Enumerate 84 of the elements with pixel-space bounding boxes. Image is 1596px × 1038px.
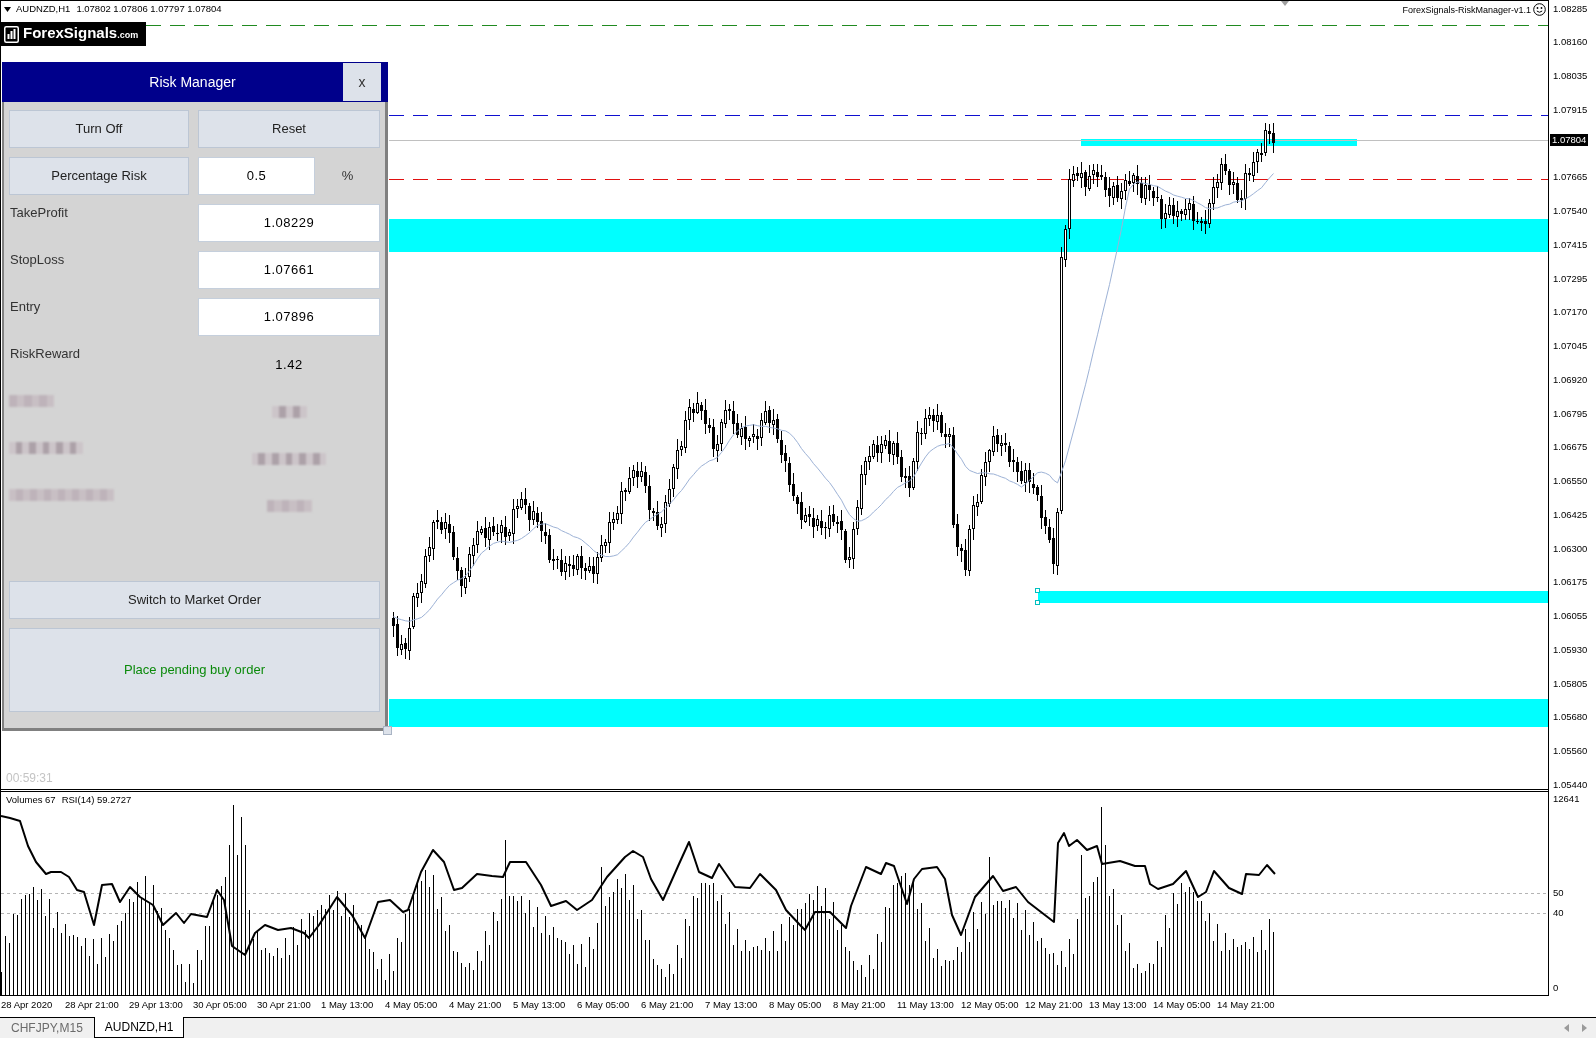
indicator-axis-label: 40 xyxy=(1553,907,1564,919)
price-label: 1.07915 xyxy=(1553,103,1588,116)
price-label: 1.07170 xyxy=(1553,306,1588,319)
price-label: 1.05805 xyxy=(1553,677,1588,690)
field-label: TakeProfit xyxy=(10,205,68,221)
time-label: 4 May 21:00 xyxy=(449,999,502,1011)
price-input-field[interactable]: 1.08229 xyxy=(198,204,380,242)
blurred-text xyxy=(9,395,54,407)
indicator-axis-label: 50 xyxy=(1553,887,1564,899)
scroll-left-icon[interactable] xyxy=(1564,1024,1569,1032)
price-label: 1.06795 xyxy=(1553,407,1588,420)
time-label: 30 Apr 05:00 xyxy=(193,999,247,1011)
price-input-field[interactable]: 1.07896 xyxy=(198,298,380,336)
blurred-text xyxy=(266,500,312,512)
time-label: 30 Apr 21:00 xyxy=(257,999,311,1011)
price-input-field[interactable]: 1.07661 xyxy=(198,251,380,289)
price-label: 1.06425 xyxy=(1553,508,1588,521)
price-label: 1.07045 xyxy=(1553,340,1588,352)
price-label: 1.05930 xyxy=(1553,643,1588,656)
bar-chart-icon xyxy=(4,25,19,43)
price-label: 1.07295 xyxy=(1553,272,1588,285)
time-label: 28 Apr 2020 xyxy=(1,999,53,1011)
price-label: 1.08160 xyxy=(1553,36,1588,49)
caret-down-icon[interactable] xyxy=(4,6,11,12)
time-label: 6 May 05:00 xyxy=(577,999,630,1011)
reset-button[interactable]: Reset xyxy=(198,110,380,148)
chart-tab[interactable]: AUDNZD,H1 xyxy=(93,1017,185,1038)
indicator-legend: RSI(14) 59.2727 xyxy=(61,794,132,806)
price-label: 1.07665 xyxy=(1553,171,1588,184)
blurred-text xyxy=(271,406,307,418)
time-label: 8 May 21:00 xyxy=(833,999,886,1011)
expert-name: ForexSignals-RiskManager-v1.1 xyxy=(1402,3,1531,16)
price-label: 1.06055 xyxy=(1553,610,1588,622)
time-label: 5 May 13:00 xyxy=(513,999,566,1011)
current-price-label: 1.07804 xyxy=(1550,133,1589,146)
time-label: 29 Apr 13:00 xyxy=(129,999,183,1011)
time-label: 13 May 13:00 xyxy=(1089,999,1147,1011)
price-label: 1.07415 xyxy=(1553,238,1588,251)
chart-quotes: 1.07802 1.07806 1.07797 1.07804 xyxy=(76,3,222,15)
percentage-risk-button[interactable]: Percentage Risk xyxy=(9,157,189,195)
turn-off-button[interactable]: Turn Off xyxy=(9,110,189,148)
time-label: 6 May 21:00 xyxy=(641,999,694,1011)
time-label: 12 May 21:00 xyxy=(1025,999,1083,1011)
time-label: 14 May 05:00 xyxy=(1153,999,1211,1011)
resize-handle[interactable] xyxy=(383,726,392,735)
place-order-button[interactable]: Place pending buy order xyxy=(9,628,380,712)
chart-symbol: AUDNZD,H1 xyxy=(16,3,71,15)
price-label: 1.06300 xyxy=(1553,542,1588,555)
time-label: 4 May 05:00 xyxy=(385,999,438,1011)
price-label: 1.08035 xyxy=(1553,70,1588,82)
time-label: 7 May 13:00 xyxy=(705,999,758,1011)
price-label: 1.05560 xyxy=(1553,745,1588,757)
time-label: 14 May 21:00 xyxy=(1217,999,1275,1011)
indicator-axis-label: 0 xyxy=(1553,982,1559,994)
close-button[interactable]: x xyxy=(343,63,381,101)
time-label: 12 May 05:00 xyxy=(961,999,1019,1011)
time-label: 11 May 13:00 xyxy=(897,999,954,1011)
scroll-right-icon[interactable] xyxy=(1582,1024,1587,1032)
price-label: 1.06175 xyxy=(1553,576,1588,589)
price-label: 1.06920 xyxy=(1553,373,1588,386)
price-label: 1.07540 xyxy=(1553,205,1588,217)
price-label: 1.05680 xyxy=(1553,711,1588,724)
smiley-icon xyxy=(1533,3,1546,16)
indicator-legend: Volumes 67 xyxy=(6,794,56,806)
bar-timer: 00:59:31 xyxy=(6,771,53,785)
triangle-marker-icon[interactable] xyxy=(1281,1,1289,6)
field-label: Entry xyxy=(10,299,41,315)
logo-text: ForexSignals.com xyxy=(23,24,139,43)
indicator-axis-label: 12641 xyxy=(1553,793,1580,805)
risk-reward-value: 1.42 xyxy=(275,356,303,375)
chart-tab[interactable]: CHFJPY,M15 xyxy=(0,1018,94,1038)
time-label: 1 May 13:00 xyxy=(321,999,374,1011)
unit-label: % xyxy=(341,167,354,186)
field-label: StopLoss xyxy=(10,252,65,268)
time-label: 28 Apr 21:00 xyxy=(65,999,119,1011)
price-label: 1.05440 xyxy=(1553,778,1588,791)
price-label: 1.06550 xyxy=(1553,475,1588,487)
risk-input-field[interactable]: 0.5 xyxy=(198,157,315,195)
price-label: 1.08285 xyxy=(1553,2,1588,15)
price-label: 1.06675 xyxy=(1553,441,1588,454)
time-label: 8 May 05:00 xyxy=(769,999,822,1011)
field-label: RiskReward xyxy=(10,346,81,362)
switch-order-type-button[interactable]: Switch to Market Order xyxy=(9,581,380,619)
panel-title: Risk Manager xyxy=(149,72,236,92)
